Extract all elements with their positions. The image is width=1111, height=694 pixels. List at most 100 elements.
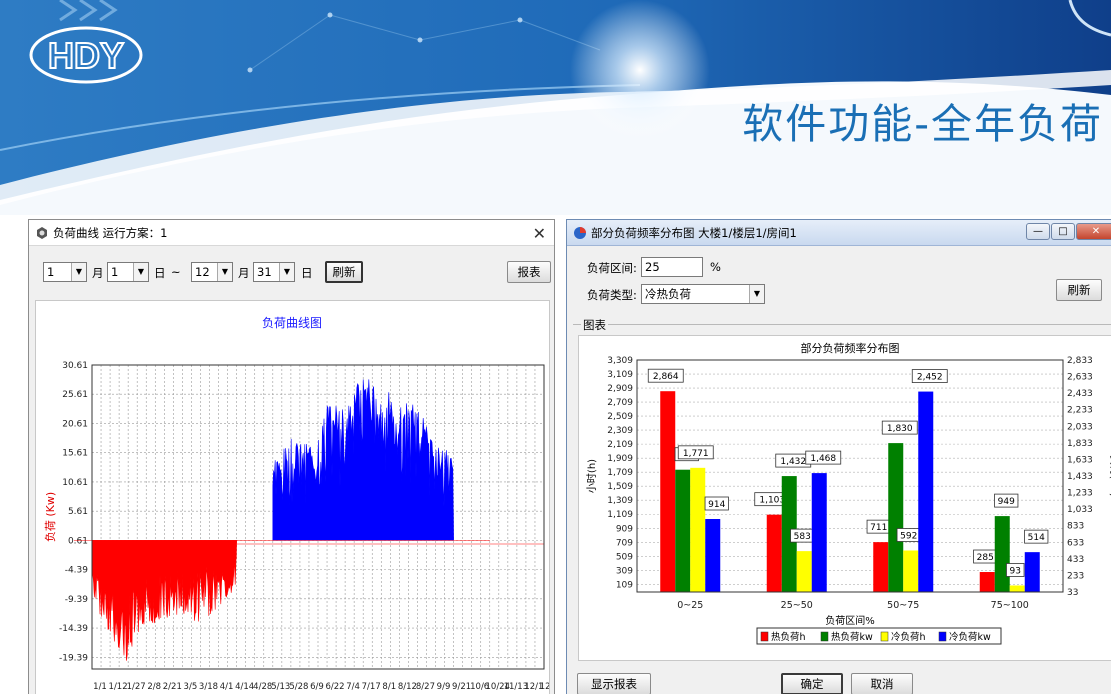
cancel-button[interactable]: 取消 [851, 673, 913, 694]
chart-group: 图表 部分负荷频率分布图 109 309 509 709 909 1,109 1,309 1,5… [573, 317, 1111, 664]
y2-tick-label: 2,033 [1067, 422, 1093, 432]
y2-tick-label: 2,433 [1067, 389, 1093, 399]
data-label: 2,452 [917, 373, 943, 383]
y2-tick-label: 2,633 [1067, 373, 1093, 383]
data-label: 285 [977, 553, 994, 563]
bar-1 [873, 542, 889, 592]
bar-3 [1009, 585, 1025, 592]
day-label: 日 [154, 266, 166, 280]
minimize-icon[interactable]: — [1026, 223, 1050, 240]
y-tick-label: -9.39 [65, 595, 89, 605]
load-interval-label: 负荷区间: [587, 261, 637, 275]
x-tick-label: 8/1 [382, 682, 396, 692]
report-button[interactable]: 报表 [507, 261, 551, 283]
y2-tick-label: 33 [1067, 588, 1078, 598]
dropdown-arrow-icon[interactable]: ▼ [749, 285, 764, 303]
data-label: 514 [1028, 533, 1045, 543]
x-tick-label: 12/17 [540, 682, 549, 692]
x-tick-label: 2/21 [163, 682, 182, 692]
hdy-logo: HDY [29, 26, 143, 84]
load-interval-input[interactable]: 25 [641, 257, 703, 277]
close-icon[interactable]: ✕ [1076, 223, 1111, 240]
load-curve-chart: 负荷曲线图 30.61 25.61 20.61 15.61 10.61 5.61 0.61 -4… [43, 316, 554, 692]
load-type-select[interactable]: 冷热负荷 ▼ [641, 284, 765, 304]
data-label: 1,468 [810, 454, 836, 464]
refresh-button[interactable]: 刷新 [1056, 279, 1102, 301]
y-tick-label: 2,309 [607, 426, 633, 436]
data-label: 1,432 [780, 457, 806, 467]
day-label: 日 [301, 266, 313, 280]
y-tick-label: -19.39 [59, 653, 88, 663]
bar-4 [1024, 552, 1040, 592]
bar-1 [766, 514, 782, 592]
bar-3 [690, 467, 706, 592]
y2-tick-label: 1,833 [1067, 439, 1093, 449]
logo-text: HDY [48, 35, 124, 76]
bar-1 [660, 391, 676, 592]
y-tick-label: 0.61 [68, 536, 88, 546]
data-label: 949 [998, 497, 1015, 507]
y-axis-label: 小时(h) [586, 459, 598, 493]
x-tick-label: 9/9 [437, 682, 451, 692]
dropdown-arrow-icon[interactable]: ▼ [279, 263, 294, 281]
load-curve-window: 负荷曲线 运行方案：1 ✕ 1 ▼ 月 1 ▼ 日 ~ 12 ▼ 月 31 ▼ … [28, 219, 555, 694]
end-month-value: 12 [195, 265, 210, 279]
y-tick-label: 1,309 [607, 496, 633, 506]
ok-button[interactable]: 确定 [781, 673, 843, 694]
frequency-chart: 部分负荷频率分布图 109 309 509 709 909 1,109 1,309 1,509 1… [586, 341, 1111, 645]
x-tick-label: 6/9 [310, 682, 324, 692]
end-day-value: 31 [257, 265, 272, 279]
y2-tick-label: 833 [1067, 522, 1084, 532]
dropdown-arrow-icon[interactable]: ▼ [217, 263, 232, 281]
percent-sign: % [710, 260, 721, 274]
bar-2 [675, 469, 691, 592]
show-report-button[interactable]: 显示报表 [577, 673, 651, 694]
end-month-select[interactable]: 12 ▼ [191, 262, 233, 282]
data-label: 711 [870, 523, 887, 533]
y2-tick-label: 433 [1067, 555, 1084, 565]
y-tick-label: 10.61 [62, 478, 88, 488]
window-title: 负荷曲线 运行方案：1 [53, 225, 168, 240]
dropdown-arrow-icon[interactable]: ▼ [71, 263, 86, 281]
maximize-icon[interactable]: □ [1051, 223, 1075, 240]
y-tick-label: 2,509 [607, 412, 633, 422]
data-label: 2,864 [653, 372, 679, 382]
app-icon [574, 226, 586, 239]
x-tick-label: 5/13 [271, 682, 290, 692]
data-label: 93 [1010, 566, 1021, 576]
load-series-1 [272, 379, 454, 541]
start-day-value: 1 [111, 265, 119, 279]
x-tick-label: 3/18 [199, 682, 218, 692]
y-axis-label: 负荷 (Kw) [43, 492, 57, 542]
x-tick-label: 6/22 [325, 682, 344, 692]
legend-label: 热负荷h [771, 631, 806, 643]
app-icon [37, 226, 47, 239]
legend-swatch [938, 631, 947, 642]
x-tick-label: 7/17 [362, 682, 381, 692]
legend-label: 热负荷kw [831, 631, 873, 643]
y-tick-label: 2,909 [607, 384, 633, 394]
refresh-button[interactable]: 刷新 [325, 261, 363, 283]
x-tick-label: 75~100 [991, 600, 1029, 611]
chart-title: 负荷曲线图 [262, 316, 322, 330]
window-title: 部分负荷频率分布图 大楼1/楼层1/房间1 [591, 225, 797, 240]
start-month-select[interactable]: 1 ▼ [43, 262, 87, 282]
bar-2 [994, 516, 1010, 592]
bar-3 [903, 550, 919, 592]
y-tick-label: 1,109 [607, 510, 633, 520]
x-tick-label: 4/1 [220, 682, 234, 692]
close-icon[interactable]: ✕ [533, 224, 546, 243]
legend-swatch [880, 631, 889, 642]
start-day-select[interactable]: 1 ▼ [107, 262, 149, 282]
load-frequency-window: 部分负荷频率分布图 大楼1/楼层1/房间1 — □ ✕ 负荷区间: 25 % 负… [566, 219, 1111, 694]
x-tick-label: 25~50 [781, 600, 813, 611]
end-day-select[interactable]: 31 ▼ [253, 262, 295, 282]
y-tick-label: 1,909 [607, 454, 633, 464]
x-tick-label: 2/8 [147, 682, 161, 692]
dropdown-arrow-icon[interactable]: ▼ [133, 263, 148, 281]
load-curve-chart-panel: 负荷曲线图 30.61 25.61 20.61 15.61 10.61 5.61 0.61 -4… [35, 300, 554, 694]
legend-label: 冷负荷h [891, 631, 926, 643]
load-type-label: 负荷类型: [587, 288, 637, 302]
legend-swatch [760, 631, 769, 642]
data-label: 1,830 [887, 424, 913, 434]
